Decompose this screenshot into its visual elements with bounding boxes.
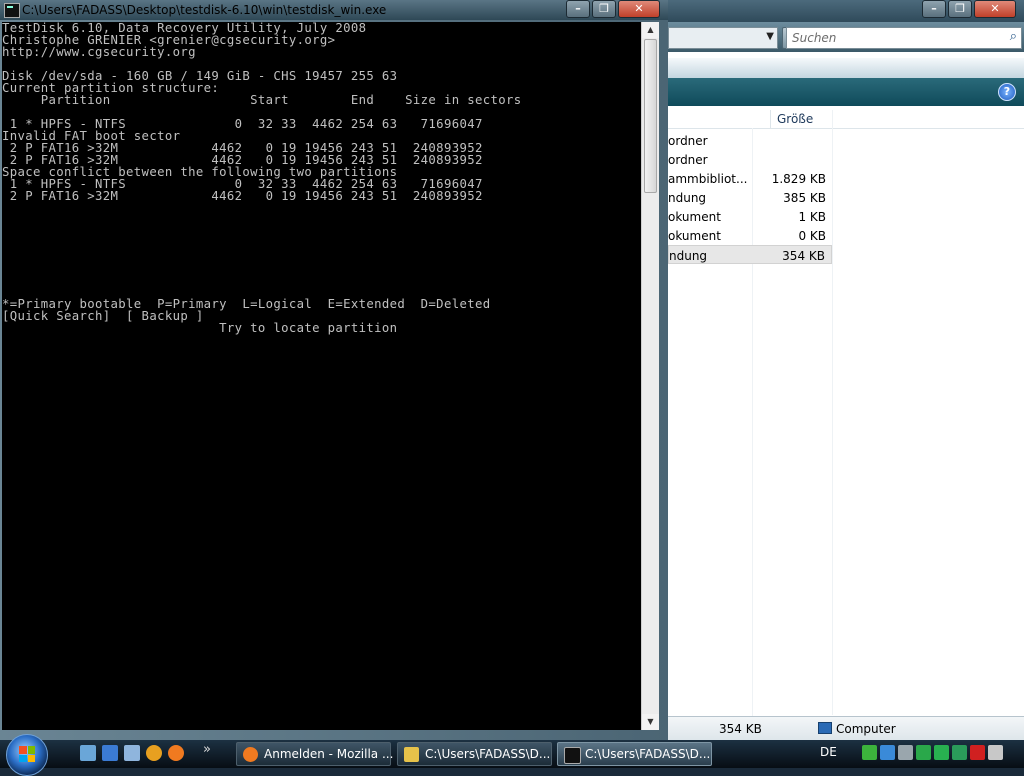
list-item-selected[interactable]: ndung 354 KB <box>668 245 832 264</box>
console-icon <box>564 747 581 764</box>
explorer-address-bar: ▼ ⇆ Suchen ⌕ <box>650 22 1024 52</box>
console-close-button[interactable]: ✕ <box>618 0 660 18</box>
scroll-up-icon[interactable]: ▲ <box>642 22 659 38</box>
console-output[interactable]: TestDisk 6.10, Data Recovery Utility, Ju… <box>2 22 641 730</box>
tray-icon[interactable] <box>934 745 949 760</box>
explorer-toolbar: ? <box>668 78 1024 106</box>
explorer-command-bar <box>668 58 1024 78</box>
terminal-text: TestDisk 6.10, Data Recovery Utility, Ju… <box>2 22 522 335</box>
windows-logo-icon <box>19 746 35 762</box>
scrollbar-thumb[interactable] <box>644 39 657 193</box>
taskbar-button-explorer[interactable]: C:\Users\FADASS\D... <box>397 742 552 766</box>
status-location: Computer <box>818 722 896 736</box>
media-icon[interactable] <box>124 745 140 761</box>
list-item[interactable]: ordner <box>668 150 832 169</box>
search-input[interactable]: Suchen ⌕ <box>786 27 1022 49</box>
scroll-down-icon[interactable]: ▼ <box>642 714 659 730</box>
system-tray <box>862 745 1003 760</box>
list-item[interactable]: okument 0 KB <box>668 226 832 245</box>
quick-launch <box>80 745 184 761</box>
explorer-status-bar: 354 KB Computer <box>668 716 1024 741</box>
app-icon[interactable] <box>146 745 162 761</box>
taskbar: » Anmelden - Mozilla ... C:\Users\FADASS… <box>0 734 1024 776</box>
show-desktop-icon[interactable] <box>80 745 96 761</box>
console-scrollbar[interactable]: ▲ ▼ <box>641 22 659 730</box>
taskbar-button-console[interactable]: C:\Users\FADASS\D... <box>557 742 712 766</box>
volume-icon[interactable] <box>988 745 1003 760</box>
start-button[interactable] <box>6 734 48 776</box>
list-item[interactable]: okument 1 KB <box>668 207 832 226</box>
explorer-close-button[interactable]: ✕ <box>974 0 1016 18</box>
console-icon <box>4 3 20 18</box>
status-size: 354 KB <box>719 722 762 736</box>
help-icon[interactable]: ? <box>998 83 1016 101</box>
explorer-window: – ❐ ✕ ▼ ⇆ Suchen ⌕ ? Größe ordner ordner… <box>650 0 1024 741</box>
column-header-size[interactable]: Größe <box>777 112 813 126</box>
tray-icon[interactable] <box>898 745 913 760</box>
list-item[interactable]: ndung 385 KB <box>668 188 832 207</box>
tray-icon[interactable] <box>916 745 931 760</box>
switch-windows-icon[interactable] <box>102 745 118 761</box>
firefox-icon <box>243 747 258 762</box>
console-window: C:\Users\FADASS\Desktop\testdisk-6.10\wi… <box>0 0 668 740</box>
window-title: C:\Users\FADASS\Desktop\testdisk-6.10\wi… <box>22 3 387 17</box>
tray-icon[interactable] <box>952 745 967 760</box>
list-item[interactable]: ordner <box>668 131 832 150</box>
list-item[interactable]: ammbibliot... 1.829 KB <box>668 169 832 188</box>
tray-icon[interactable] <box>970 745 985 760</box>
address-input[interactable]: ▼ <box>668 27 778 49</box>
more-chevron-icon[interactable]: » <box>203 742 211 757</box>
search-icon[interactable]: ⌕ <box>1010 29 1017 44</box>
explorer-maximize-button[interactable]: ❐ <box>948 0 972 18</box>
tray-icon[interactable] <box>862 745 877 760</box>
explorer-titlebar[interactable]: – ❐ ✕ <box>650 0 1024 22</box>
console-minimize-button[interactable]: – <box>566 0 590 18</box>
console-maximize-button[interactable]: ❐ <box>592 0 616 18</box>
folder-icon <box>404 747 419 762</box>
language-indicator[interactable]: DE <box>820 745 837 759</box>
tray-icon[interactable] <box>880 745 895 760</box>
explorer-minimize-button[interactable]: – <box>922 0 946 18</box>
computer-icon <box>818 722 832 734</box>
firefox-icon[interactable] <box>168 745 184 761</box>
explorer-column-header: Größe <box>668 110 1024 129</box>
taskbar-button-firefox[interactable]: Anmelden - Mozilla ... <box>236 742 393 766</box>
console-titlebar[interactable]: C:\Users\FADASS\Desktop\testdisk-6.10\wi… <box>0 0 668 20</box>
chevron-down-icon[interactable]: ▼ <box>766 31 774 42</box>
